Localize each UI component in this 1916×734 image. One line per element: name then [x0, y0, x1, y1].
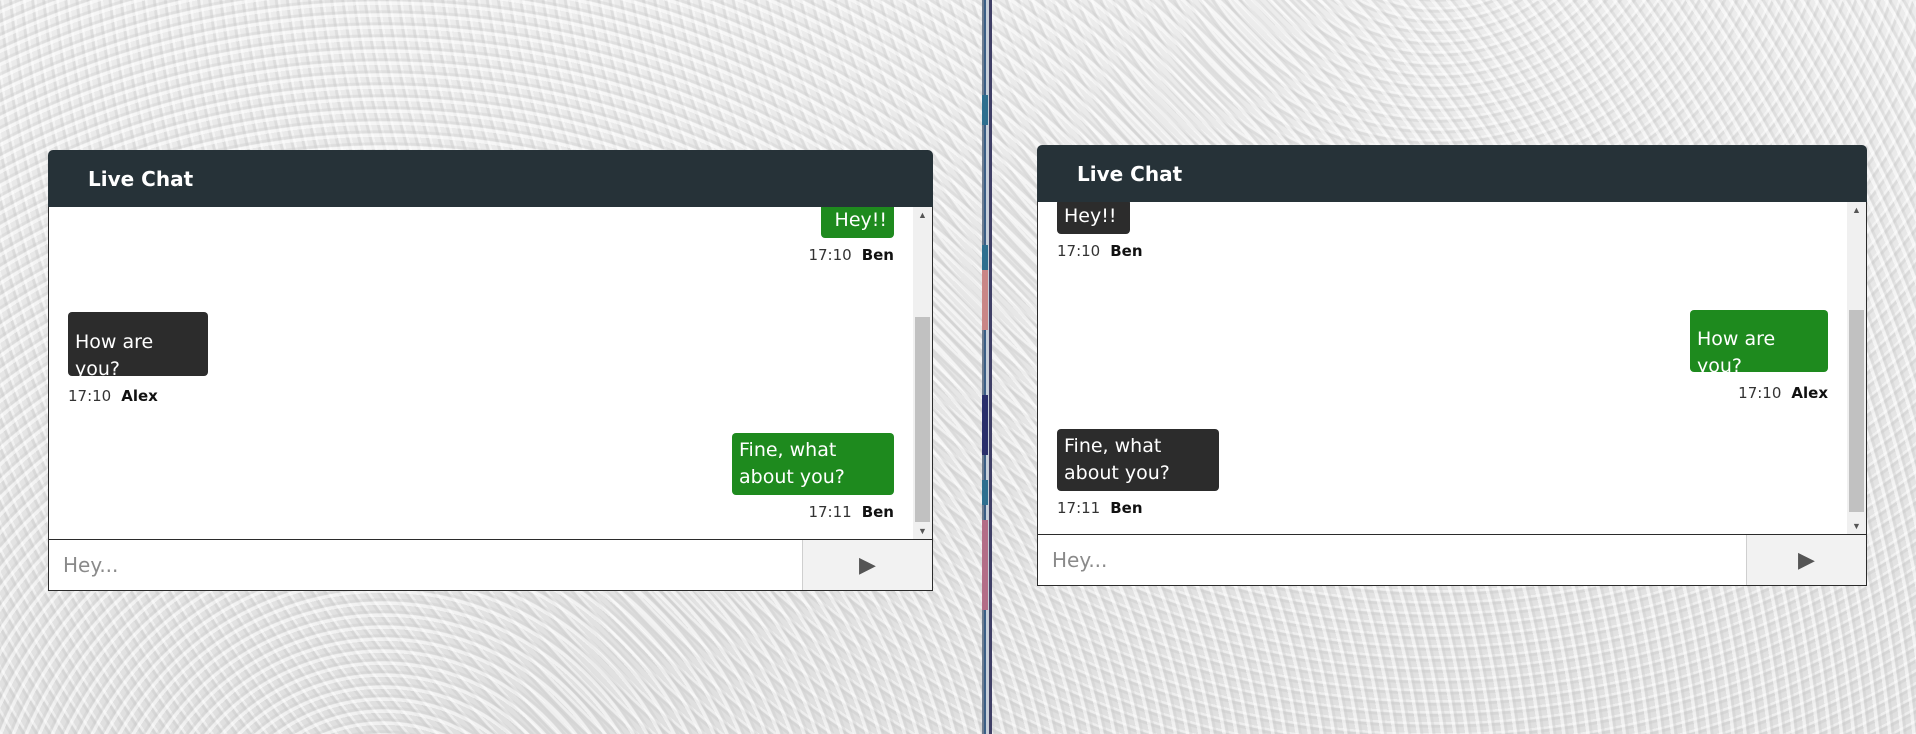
chat-header: Live Chat — [48, 150, 933, 207]
scroll-thumb[interactable] — [915, 317, 930, 522]
message-author: Ben — [861, 503, 894, 521]
message-meta: 17:11 Ben — [732, 503, 894, 521]
message-meta: 17:10 Ben — [808, 246, 894, 264]
message-bubble: Fine, what about you? — [1057, 429, 1219, 491]
left-window: Live Chat Hey!! 17:10 Ben How are you? 17… — [0, 0, 982, 734]
message-author: Ben — [1110, 499, 1143, 517]
scrollbar[interactable]: ▲ ▼ — [913, 207, 932, 539]
message-author: Ben — [1110, 242, 1143, 260]
divider-accent — [982, 270, 988, 330]
scroll-down-arrow-icon[interactable]: ▼ — [913, 523, 932, 539]
message-item: How are you? 17:10 Alex — [68, 312, 208, 405]
live-chat-widget-left: Live Chat Hey!! 17:10 Ben How are you? 17… — [48, 150, 933, 591]
message-bubble: How are you? — [1690, 310, 1828, 377]
message-bubble: Fine, what about you? — [732, 433, 894, 495]
divider-accent — [982, 520, 988, 610]
message-time: 17:10 — [1738, 384, 1782, 402]
message-item: Hey!! 17:10 Ben — [808, 207, 894, 264]
scrollbar[interactable]: ▲ ▼ — [1847, 202, 1866, 534]
scroll-up-arrow-icon[interactable]: ▲ — [913, 207, 932, 223]
message-meta: 17:10 Alex — [68, 387, 208, 405]
message-meta: 17:10 Alex — [1690, 384, 1828, 402]
live-chat-widget-right: Live Chat Hey!! 17:10 Ben How are you? 17… — [1037, 145, 1867, 586]
chat-header: Live Chat — [1037, 145, 1867, 202]
message-item: Fine, what about you? 17:11 Ben — [1057, 429, 1219, 517]
message-author: Alex — [1791, 384, 1828, 402]
message-item: Hey!! 17:10 Ben — [1057, 202, 1143, 260]
message-meta: 17:10 Ben — [1057, 242, 1143, 260]
message-bubble: Hey!! — [1057, 202, 1130, 234]
chat-title: Live Chat — [88, 166, 194, 191]
divider-accent — [982, 480, 988, 505]
send-icon: ▶ — [1798, 547, 1815, 572]
message-time: 17:10 — [68, 387, 112, 405]
chat-input-row: ▶ — [48, 539, 933, 591]
message-input[interactable] — [49, 540, 802, 590]
message-author: Ben — [861, 246, 894, 264]
message-input[interactable] — [1038, 535, 1746, 585]
message-time: 17:10 — [808, 246, 852, 264]
message-time: 17:10 — [1057, 242, 1101, 260]
chat-input-row: ▶ — [1037, 534, 1867, 586]
scroll-thumb[interactable] — [1849, 310, 1864, 512]
message-time: 17:11 — [1057, 499, 1101, 517]
chat-title: Live Chat — [1077, 161, 1183, 186]
send-button[interactable]: ▶ — [1746, 535, 1866, 585]
right-window: Live Chat Hey!! 17:10 Ben How are you? 17… — [992, 0, 1916, 734]
divider-accent — [982, 395, 988, 455]
send-icon: ▶ — [859, 552, 876, 577]
message-bubble: How are you? — [68, 312, 208, 380]
message-author: Alex — [121, 387, 158, 405]
message-list[interactable]: Hey!! 17:10 Ben How are you? 17:10 Alex Fi… — [1037, 202, 1867, 534]
message-time: 17:11 — [808, 503, 852, 521]
message-list[interactable]: Hey!! 17:10 Ben How are you? 17:10 Alex Fi… — [48, 207, 933, 539]
divider-accent — [982, 95, 988, 125]
message-bubble: Hey!! — [821, 207, 894, 238]
message-item: How are you? 17:10 Alex — [1690, 310, 1828, 402]
message-item: Fine, what about you? 17:11 Ben — [732, 433, 894, 521]
scroll-down-arrow-icon[interactable]: ▼ — [1847, 518, 1866, 534]
message-meta: 17:11 Ben — [1057, 499, 1219, 517]
scroll-up-arrow-icon[interactable]: ▲ — [1847, 202, 1866, 218]
send-button[interactable]: ▶ — [802, 540, 932, 590]
